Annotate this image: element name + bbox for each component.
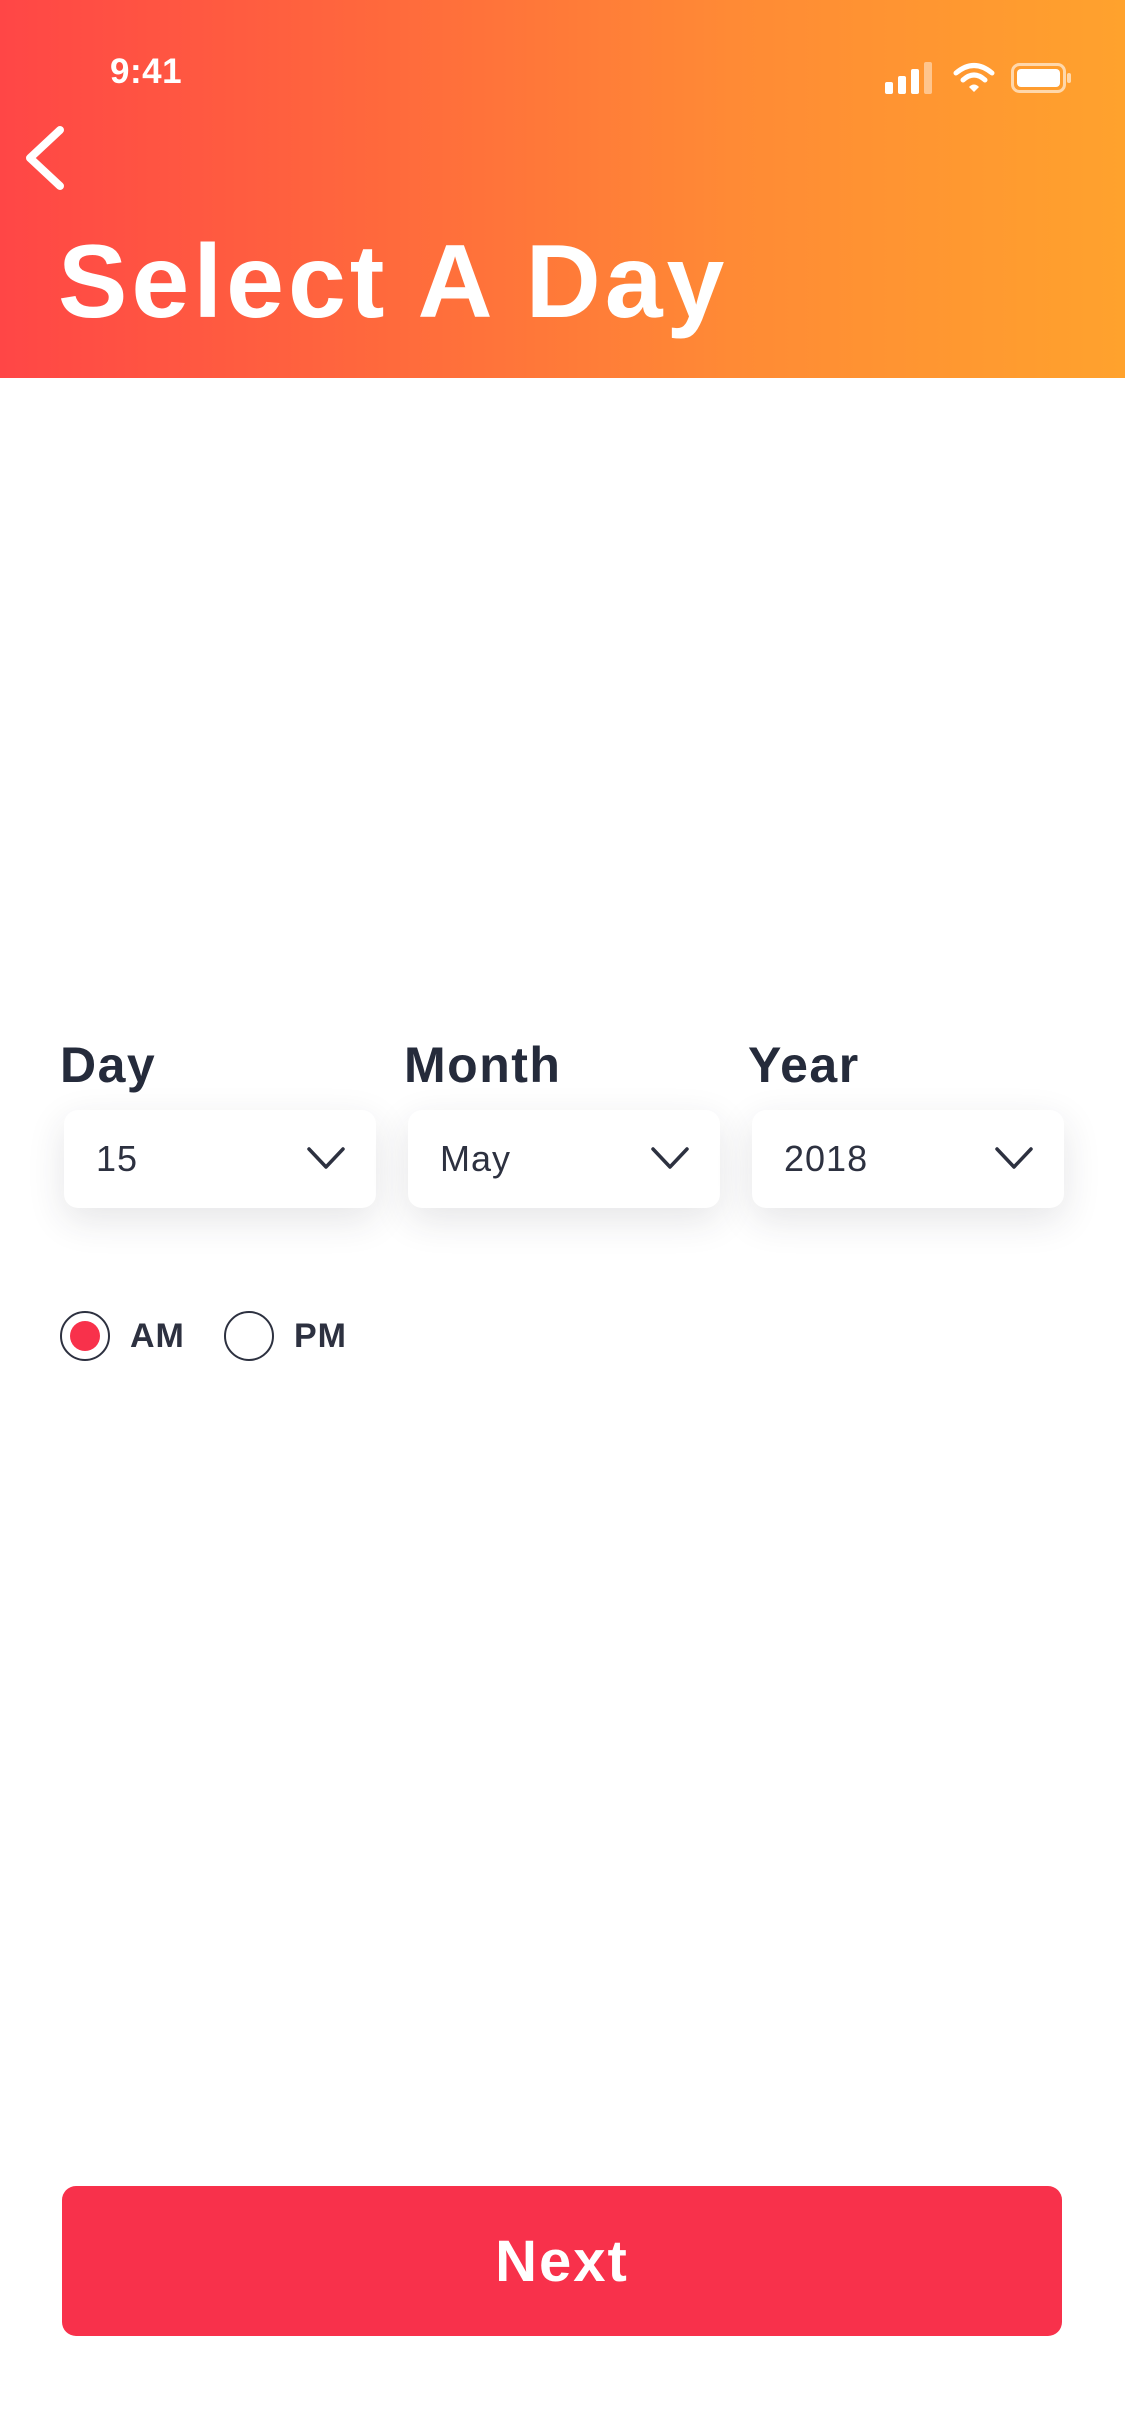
pm-label: PM <box>294 1316 347 1355</box>
status-time: 9:41 <box>110 52 183 91</box>
month-value: May <box>440 1138 512 1179</box>
status-icons <box>885 58 1073 98</box>
chevron-down-icon <box>651 1147 689 1169</box>
day-value: 15 <box>96 1138 139 1179</box>
back-button[interactable] <box>18 118 78 198</box>
year-label: Year <box>748 1037 860 1093</box>
next-button[interactable]: Next <box>62 2186 1062 2336</box>
chevron-down-icon <box>995 1147 1033 1169</box>
radio-unselected-indicator <box>224 1311 274 1361</box>
year-value: 2018 <box>784 1138 869 1179</box>
chevron-left-icon <box>26 126 64 190</box>
am-radio[interactable]: AM <box>60 1308 185 1364</box>
month-label: Month <box>404 1037 562 1093</box>
page-title: Select A Day <box>58 224 729 340</box>
pm-radio[interactable]: PM <box>224 1308 347 1364</box>
day-select[interactable]: 15 <box>64 1110 376 1208</box>
signal-icon <box>885 62 932 94</box>
am-label: AM <box>130 1316 185 1355</box>
wifi-icon <box>953 63 995 92</box>
month-select[interactable]: May <box>408 1110 720 1208</box>
year-select[interactable]: 2018 <box>752 1110 1064 1208</box>
chevron-down-icon <box>307 1147 345 1169</box>
radio-selected-indicator <box>60 1311 110 1361</box>
battery-icon <box>1011 63 1071 93</box>
day-label: Day <box>60 1037 157 1093</box>
header: 9:41 Select A Day <box>0 0 1125 378</box>
radio-dot <box>70 1321 100 1351</box>
